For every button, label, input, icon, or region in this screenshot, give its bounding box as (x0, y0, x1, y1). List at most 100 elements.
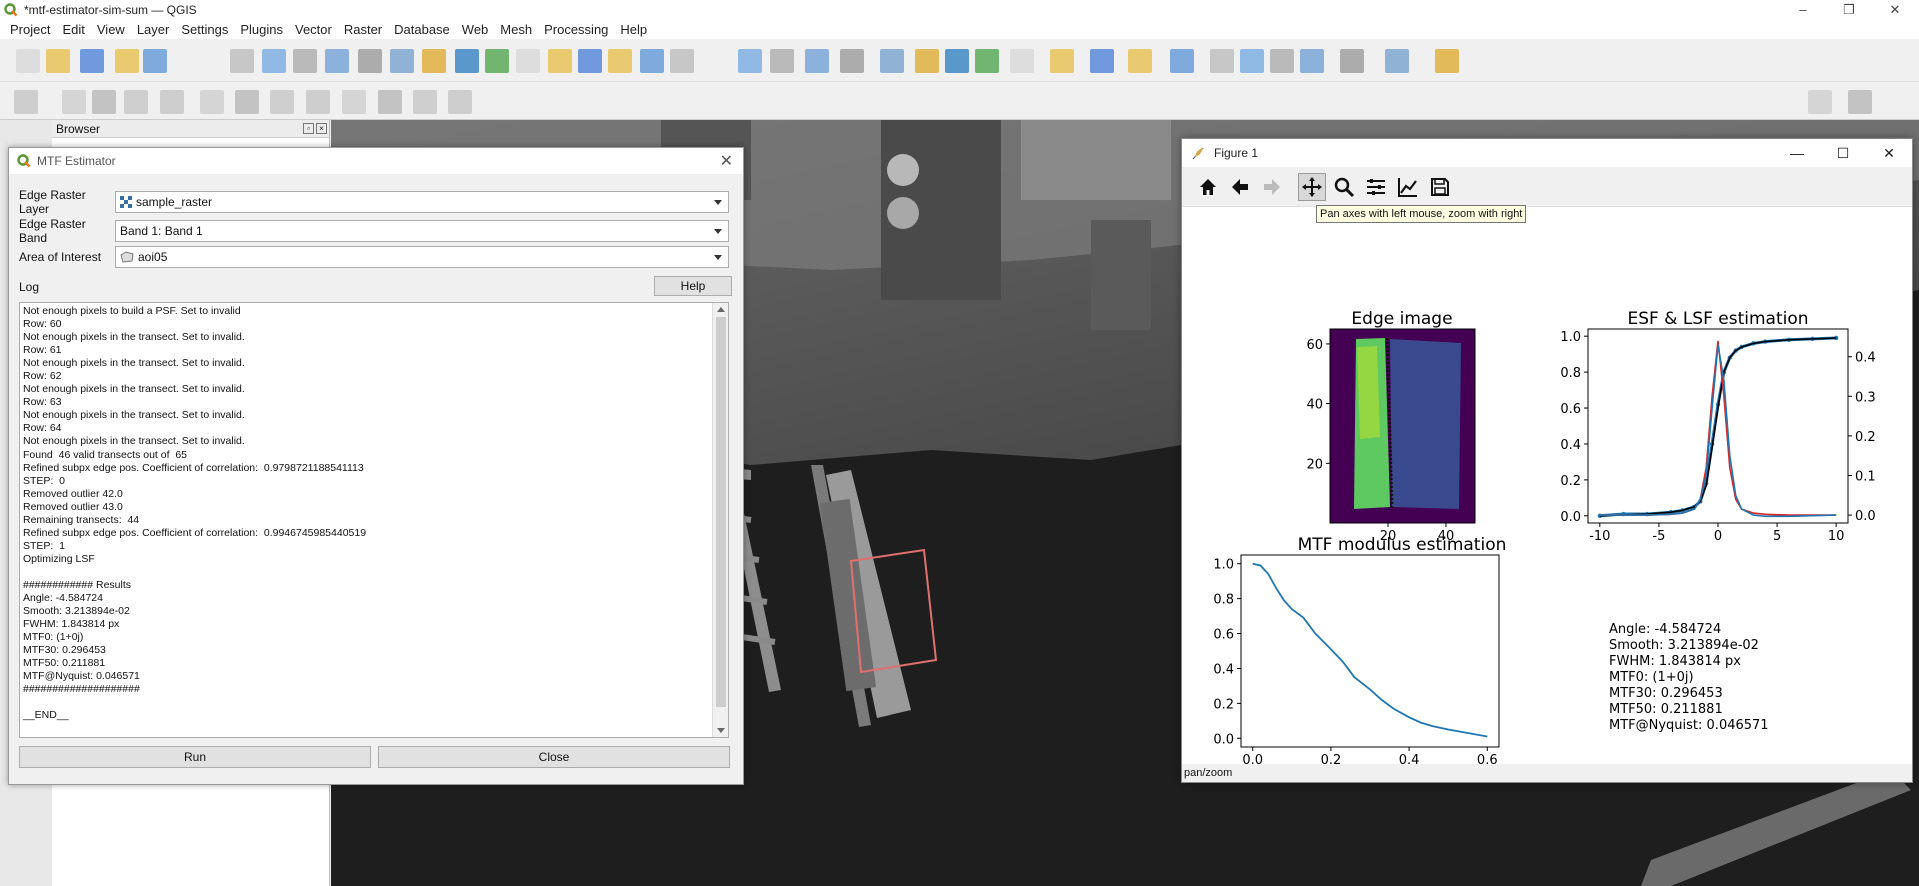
toolbar-tool-icon[interactable] (92, 90, 116, 114)
close-button[interactable]: Close (378, 746, 730, 768)
toolbar-tool-icon[interactable] (342, 90, 366, 114)
menu-web[interactable]: Web (456, 22, 495, 37)
menu-edit[interactable]: Edit (56, 22, 90, 37)
toolbar-tool-icon[interactable] (448, 90, 472, 114)
toolbar-tool-icon[interactable] (422, 49, 446, 73)
toolbar-tool-icon[interactable] (945, 49, 969, 73)
toolbar-tool-icon[interactable] (805, 49, 829, 73)
close-panel-icon[interactable]: × (316, 123, 327, 134)
edit-axis-icon[interactable] (1394, 173, 1422, 201)
toolbar-tool-icon[interactable] (608, 49, 632, 73)
toolbar-tool-icon[interactable] (1170, 49, 1194, 73)
close-icon[interactable]: ✕ (1872, 0, 1918, 19)
edge-band-combo[interactable]: Band 1: Band 1 (115, 220, 729, 242)
toolbar-tool-icon[interactable] (1300, 49, 1324, 73)
scroll-up-icon[interactable] (717, 307, 725, 312)
x-tick-label: 0.6 (1477, 753, 1498, 764)
toolbar-tool-icon[interactable] (390, 49, 414, 73)
toolbar-tool-icon[interactable] (262, 49, 286, 73)
toolbar-tool-icon[interactable] (1128, 49, 1152, 73)
toolbar-tool-icon[interactable] (124, 90, 148, 114)
log-scrollbar[interactable] (712, 303, 728, 737)
menu-help[interactable]: Help (614, 22, 653, 37)
toolbar-tool-icon[interactable] (1340, 49, 1364, 73)
run-button[interactable]: Run (19, 746, 371, 768)
toolbar-tool-icon[interactable] (270, 90, 294, 114)
save-icon[interactable] (1426, 173, 1454, 201)
toolbar-tool-icon[interactable] (14, 90, 38, 114)
menu-mesh[interactable]: Mesh (494, 22, 538, 37)
restore-icon[interactable]: ❐ (1826, 0, 1872, 19)
toolbar-tool-icon[interactable] (738, 49, 762, 73)
toolbar-tool-icon[interactable] (358, 49, 382, 73)
menu-vector[interactable]: Vector (289, 22, 338, 37)
toolbar-tool-icon[interactable] (378, 90, 402, 114)
toolbar-tool-icon[interactable] (1010, 49, 1034, 73)
toolbar-tool-icon[interactable] (62, 90, 86, 114)
toolbar-tool-icon[interactable] (1050, 49, 1074, 73)
toolbar-tool-icon[interactable] (1090, 49, 1114, 73)
menu-processing[interactable]: Processing (538, 22, 614, 37)
toolbar-tool-icon[interactable] (115, 49, 139, 73)
maximize-icon[interactable]: ☐ (1820, 139, 1866, 167)
toolbar-tool-icon[interactable] (306, 90, 330, 114)
toolbar-tool-icon[interactable] (1240, 49, 1264, 73)
minimize-icon[interactable]: – (1780, 0, 1826, 19)
menu-layer[interactable]: Layer (131, 22, 176, 37)
toolbar-tool-icon[interactable] (80, 49, 104, 73)
aoi-combo[interactable]: aoi05 (115, 246, 729, 268)
toolbar-tool-icon[interactable] (455, 49, 479, 73)
toolbar-tool-icon[interactable] (1270, 49, 1294, 73)
toolbar-tool-icon[interactable] (1848, 90, 1872, 114)
menu-database[interactable]: Database (388, 22, 456, 37)
toolbar-tool-icon[interactable] (1435, 49, 1459, 73)
toolbar-tool-icon[interactable] (578, 49, 602, 73)
home-icon[interactable] (1194, 173, 1222, 201)
edge-layer-value: sample_raster (136, 195, 213, 209)
toolbar-tool-icon[interactable] (770, 49, 794, 73)
scroll-down-icon[interactable] (717, 728, 725, 733)
forward-icon[interactable] (1258, 173, 1286, 201)
figure-plot-area[interactable]: Edge image 20 40204060 ESF & LSF estimati… (1182, 207, 1912, 768)
toolbar-tool-icon[interactable] (516, 49, 540, 73)
float-icon[interactable]: ▫ (303, 123, 314, 134)
toolbar-tool-icon[interactable] (235, 90, 259, 114)
toolbar-tool-icon[interactable] (325, 49, 349, 73)
menu-view[interactable]: View (91, 22, 131, 37)
dialog-close-icon[interactable]: ✕ (720, 151, 733, 171)
pan-icon[interactable] (1298, 173, 1326, 201)
configure-subplots-icon[interactable] (1362, 173, 1390, 201)
back-icon[interactable] (1226, 173, 1254, 201)
menu-plugins[interactable]: Plugins (234, 22, 289, 37)
help-button[interactable]: Help (654, 276, 732, 296)
toolbar-tool-icon[interactable] (230, 49, 254, 73)
toolbar-tool-icon[interactable] (548, 49, 572, 73)
minimize-icon[interactable]: — (1774, 139, 1820, 167)
figure-canvas[interactable]: Edge image 20 40 20 40 60 ESF & LSF estimati… (1182, 207, 1912, 768)
toolbar-tool-icon[interactable] (640, 49, 664, 73)
menu-settings[interactable]: Settings (175, 22, 234, 37)
toolbar-tool-icon[interactable] (975, 49, 999, 73)
toolbar-tool-icon[interactable] (485, 49, 509, 73)
toolbar-tool-icon[interactable] (670, 49, 694, 73)
toolbar-tool-icon[interactable] (293, 49, 317, 73)
toolbar-tool-icon[interactable] (413, 90, 437, 114)
toolbar-tool-icon[interactable] (880, 49, 904, 73)
log-textarea[interactable]: Not enough pixels to build a PSF. Set to… (19, 302, 729, 738)
toolbar-tool-icon[interactable] (160, 90, 184, 114)
toolbar-tool-icon[interactable] (1808, 90, 1832, 114)
menu-raster[interactable]: Raster (338, 22, 388, 37)
toolbar-tool-icon[interactable] (1210, 49, 1234, 73)
toolbar-tool-icon[interactable] (915, 49, 939, 73)
toolbar-tool-icon[interactable] (143, 49, 167, 73)
toolbar-tool-icon[interactable] (16, 49, 40, 73)
toolbar-tool-icon[interactable] (46, 49, 70, 73)
toolbar-tool-icon[interactable] (840, 49, 864, 73)
toolbar-tool-icon[interactable] (1385, 49, 1409, 73)
edge-layer-combo[interactable]: sample_raster (115, 191, 729, 213)
close-icon[interactable]: ✕ (1866, 139, 1912, 167)
menu-project[interactable]: Project (4, 22, 56, 37)
zoom-icon[interactable] (1330, 173, 1358, 201)
toolbar-tool-icon[interactable] (200, 90, 224, 114)
scroll-thumb[interactable] (716, 317, 726, 707)
